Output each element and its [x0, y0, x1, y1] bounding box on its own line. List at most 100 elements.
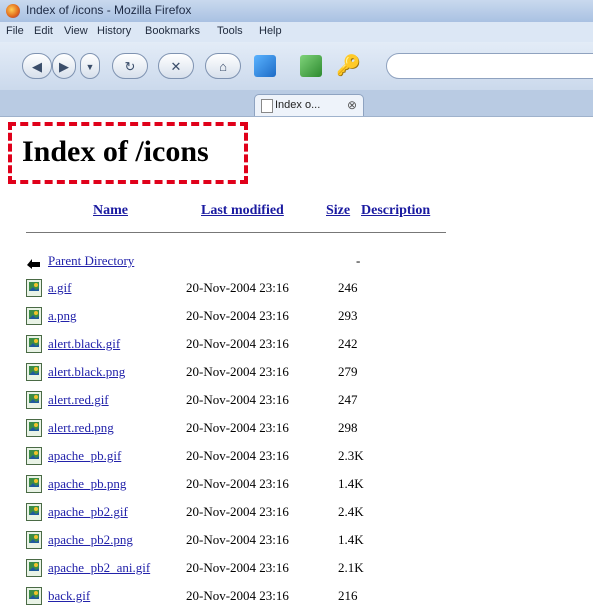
table-row: apache_pb.png 20-Nov-2004 23:16 1.4K [26, 473, 466, 497]
parent-directory-link[interactable]: Parent Directory [48, 253, 134, 269]
table-row: apache_pb2.gif 20-Nov-2004 23:16 2.4K [26, 501, 466, 525]
table-row: apache_pb.gif 20-Nov-2004 23:16 2.3K [26, 445, 466, 469]
menu-tools[interactable]: Tools [217, 25, 243, 37]
file-link[interactable]: a.gif [48, 280, 71, 296]
back-button[interactable]: ◀ [22, 53, 52, 79]
file-modified-date: 20-Nov-2004 23:16 [186, 392, 289, 407]
menu-file[interactable]: File [6, 25, 24, 37]
file-modified-date: 20-Nov-2004 23:16 [186, 476, 289, 491]
page-icon [261, 99, 273, 113]
file-size: 279 [338, 364, 358, 379]
image-file-icon [26, 363, 42, 381]
home-icon: ⌂ [219, 59, 227, 74]
tab-index-of-icons[interactable]: Index o... ⊗ [254, 94, 364, 116]
back-arrow-icon: ◀ [32, 59, 42, 74]
column-header-name[interactable]: Name [93, 203, 128, 219]
image-file-icon [26, 447, 42, 465]
file-size: 247 [338, 392, 358, 407]
file-link[interactable]: apache_pb2_ani.gif [48, 560, 150, 576]
file-modified-date: 20-Nov-2004 23:16 [186, 560, 289, 575]
file-link[interactable]: apache_pb2.png [48, 532, 133, 548]
file-size: 2.1K [338, 560, 364, 575]
table-row: a.png 20-Nov-2004 23:16 293 [26, 305, 466, 329]
close-icon[interactable]: ⊗ [347, 98, 357, 112]
key-icon[interactable]: 🔑 [336, 55, 361, 77]
stop-button[interactable]: ✕ [158, 53, 194, 79]
image-file-icon [26, 475, 42, 493]
table-row: back.gif 20-Nov-2004 23:16 216 [26, 585, 466, 609]
image-file-icon [26, 419, 42, 437]
menu-bookmarks[interactable]: Bookmarks [145, 25, 200, 37]
extension-icon[interactable] [300, 55, 322, 77]
title-bar: Index of /icons - Mozilla Firefox [0, 0, 593, 23]
image-file-icon [26, 587, 42, 605]
column-header-description[interactable]: Description [361, 203, 430, 219]
menu-bar: File Edit View History Bookmarks Tools H… [0, 22, 593, 42]
file-modified-date: 20-Nov-2004 23:16 [186, 448, 289, 463]
url-bar[interactable] [386, 53, 593, 79]
chevron-down-icon: ▼ [85, 62, 95, 72]
tab-label: Index o... [275, 99, 321, 111]
tab-strip: Index o... ⊗ [0, 90, 593, 117]
table-row: alert.black.png 20-Nov-2004 23:16 279 [26, 361, 466, 385]
page-content: Index of /icons Name Last modified Size … [0, 117, 593, 605]
reload-button[interactable]: ↻ [112, 53, 148, 79]
menu-view[interactable]: View [64, 25, 88, 37]
file-modified-date: 20-Nov-2004 23:16 [186, 308, 289, 323]
column-header-size[interactable]: Size [326, 203, 350, 219]
table-row: alert.red.gif 20-Nov-2004 23:16 247 [26, 389, 466, 413]
history-dropdown-button[interactable]: ▼ [80, 53, 100, 79]
file-modified-date: 20-Nov-2004 23:16 [186, 504, 289, 519]
image-file-icon [26, 503, 42, 521]
file-link[interactable]: alert.black.png [48, 364, 125, 380]
image-file-icon [26, 335, 42, 353]
file-size: 1.4K [338, 532, 364, 547]
table-row: apache_pb2_ani.gif 20-Nov-2004 23:16 2.1K [26, 557, 466, 581]
home-button[interactable]: ⌂ [205, 53, 241, 79]
menu-history[interactable]: History [97, 25, 131, 37]
table-row: apache_pb2.png 20-Nov-2004 23:16 1.4K [26, 529, 466, 553]
file-link[interactable]: alert.red.png [48, 420, 114, 436]
file-size: 1.4K [338, 476, 364, 491]
file-size: 293 [338, 308, 358, 323]
stop-icon: ✕ [170, 59, 182, 74]
file-size: 246 [338, 280, 358, 295]
file-modified-date: 20-Nov-2004 23:16 [186, 364, 289, 379]
file-link[interactable]: alert.black.gif [48, 336, 120, 352]
file-link[interactable]: apache_pb.png [48, 476, 126, 492]
menu-edit[interactable]: Edit [34, 25, 53, 37]
page-title: Index of /icons [22, 135, 209, 168]
file-size: 298 [338, 420, 358, 435]
file-modified-date: 20-Nov-2004 23:16 [186, 280, 289, 295]
parent-directory-row: Parent Directory - [26, 250, 466, 274]
file-link[interactable]: apache_pb2.gif [48, 504, 128, 520]
forward-arrow-icon: ▶ [59, 59, 69, 74]
image-file-icon [26, 279, 42, 297]
forward-button[interactable]: ▶ [52, 53, 76, 79]
file-link[interactable]: back.gif [48, 588, 90, 604]
image-file-icon [26, 531, 42, 549]
file-link[interactable]: a.png [48, 308, 77, 324]
file-size: 216 [338, 588, 358, 603]
file-modified-date: 20-Nov-2004 23:16 [186, 588, 289, 603]
header-divider [26, 232, 446, 233]
file-link[interactable]: apache_pb.gif [48, 448, 121, 464]
file-size: 2.3K [338, 448, 364, 463]
table-row: alert.black.gif 20-Nov-2004 23:16 242 [26, 333, 466, 357]
file-modified-date: 20-Nov-2004 23:16 [186, 336, 289, 351]
addon-icon[interactable] [254, 55, 276, 77]
back-arrow-folder-icon [27, 259, 40, 269]
file-size: - [356, 253, 361, 268]
file-size: 2.4K [338, 504, 364, 519]
table-row: alert.red.png 20-Nov-2004 23:16 298 [26, 417, 466, 441]
menu-help[interactable]: Help [259, 25, 282, 37]
image-file-icon [26, 559, 42, 577]
table-row: a.gif 20-Nov-2004 23:16 246 [26, 277, 466, 301]
file-link[interactable]: alert.red.gif [48, 392, 109, 408]
window-title: Index of /icons - Mozilla Firefox [26, 3, 192, 17]
column-header-last-modified[interactable]: Last modified [201, 203, 284, 219]
file-modified-date: 20-Nov-2004 23:16 [186, 532, 289, 547]
image-file-icon [26, 391, 42, 409]
image-file-icon [26, 307, 42, 325]
firefox-icon [6, 4, 20, 18]
